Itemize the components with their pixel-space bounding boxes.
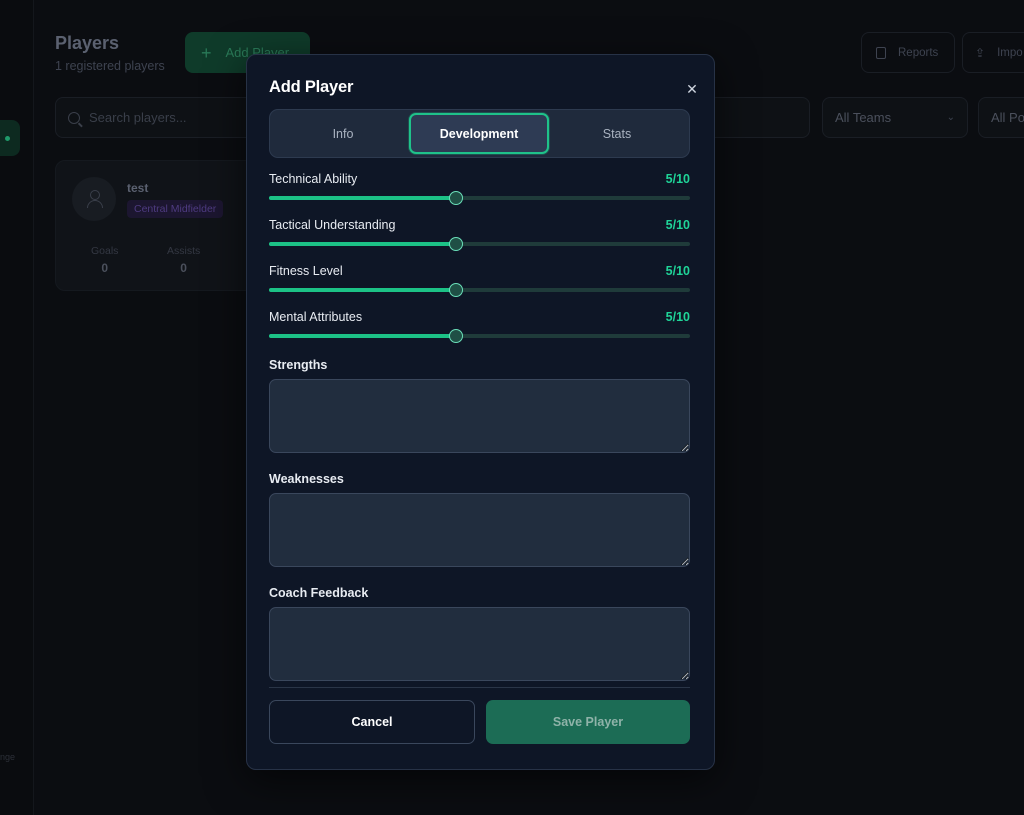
slider-value: 5/10 xyxy=(665,310,690,324)
slider-fitness-level: Fitness Level 5/10 xyxy=(269,264,690,304)
user-icon xyxy=(87,190,103,208)
close-icon[interactable]: ✕ xyxy=(684,81,700,97)
slider-tactical-understanding: Tactical Understanding 5/10 xyxy=(269,218,690,258)
slider-label: Tactical Understanding xyxy=(269,218,396,232)
slider-label: Fitness Level xyxy=(269,264,343,278)
modal-title: Add Player xyxy=(269,78,354,96)
tab-info[interactable]: Info xyxy=(273,113,413,154)
footer-divider xyxy=(269,687,690,688)
slider-value: 5/10 xyxy=(665,218,690,232)
tab-development[interactable]: Development xyxy=(409,113,549,154)
save-player-button[interactable]: Save Player xyxy=(486,700,690,744)
import-button: ⇪ Impo xyxy=(962,32,1024,73)
coach-feedback-field[interactable] xyxy=(269,607,690,681)
weaknesses-field[interactable] xyxy=(269,493,690,567)
slider-track[interactable] xyxy=(269,237,690,251)
slider-value: 5/10 xyxy=(665,172,690,186)
position-badge: Central Midfielder xyxy=(127,200,224,218)
add-player-modal: Add Player ✕ Info Development Stats Tech… xyxy=(246,54,715,770)
slider-thumb[interactable] xyxy=(449,329,464,343)
search-icon xyxy=(68,111,80,124)
slider-track[interactable] xyxy=(269,191,690,205)
slider-technical-ability: Technical Ability 5/10 xyxy=(269,172,690,212)
positions-filter-select: All Po xyxy=(978,97,1024,138)
reports-button-label: Reports xyxy=(898,46,939,59)
assists-stat: Assists 0 xyxy=(167,245,200,275)
chevron-down-icon: ⌄ xyxy=(946,112,955,123)
slider-fill xyxy=(269,196,455,200)
slider-track[interactable] xyxy=(269,329,690,343)
assists-value: 0 xyxy=(180,261,187,275)
slider-fill xyxy=(269,334,455,338)
assists-label: Assists xyxy=(167,245,201,257)
teams-filter-select: All Teams ⌄ xyxy=(822,97,968,138)
slider-thumb[interactable] xyxy=(449,237,464,251)
upload-icon: ⇪ xyxy=(975,45,986,60)
slider-fill xyxy=(269,288,455,292)
slider-value: 5/10 xyxy=(665,264,690,278)
goals-stat: Goals 0 xyxy=(91,245,118,275)
player-name: test xyxy=(127,181,149,195)
strengths-label: Strengths xyxy=(269,358,328,372)
slider-mental-attributes: Mental Attributes 5/10 xyxy=(269,310,690,350)
slider-label: Mental Attributes xyxy=(269,310,363,324)
slider-thumb[interactable] xyxy=(449,191,464,205)
import-button-label: Impo xyxy=(997,46,1023,59)
tab-stats[interactable]: Stats xyxy=(547,113,687,154)
slider-thumb[interactable] xyxy=(449,283,464,297)
positions-filter-value: All Po xyxy=(991,110,1024,125)
plus-icon: + xyxy=(201,42,212,63)
avatar xyxy=(72,177,116,221)
slider-track[interactable] xyxy=(269,283,690,297)
coach-feedback-label: Coach Feedback xyxy=(269,586,369,600)
slider-fill xyxy=(269,242,455,246)
modal-tabs: Info Development Stats xyxy=(269,109,690,158)
cancel-button[interactable]: Cancel xyxy=(269,700,475,744)
sidebar-footer-text: nge xyxy=(0,752,16,762)
document-icon xyxy=(876,46,886,59)
sidebar-active-item xyxy=(0,120,20,156)
player-card: test Central Midfielder Goals 0 Assists … xyxy=(55,160,255,291)
slider-label: Technical Ability xyxy=(269,172,358,186)
goals-label: Goals xyxy=(91,245,119,257)
page-subtitle: 1 registered players xyxy=(55,59,165,73)
weaknesses-label: Weaknesses xyxy=(269,472,344,486)
page-title: Players xyxy=(55,33,120,53)
strengths-field[interactable] xyxy=(269,379,690,453)
teams-filter-value: All Teams xyxy=(835,110,892,125)
search-placeholder: Search players... xyxy=(89,110,187,125)
goals-value: 0 xyxy=(101,261,109,275)
reports-button: Reports xyxy=(861,32,955,73)
